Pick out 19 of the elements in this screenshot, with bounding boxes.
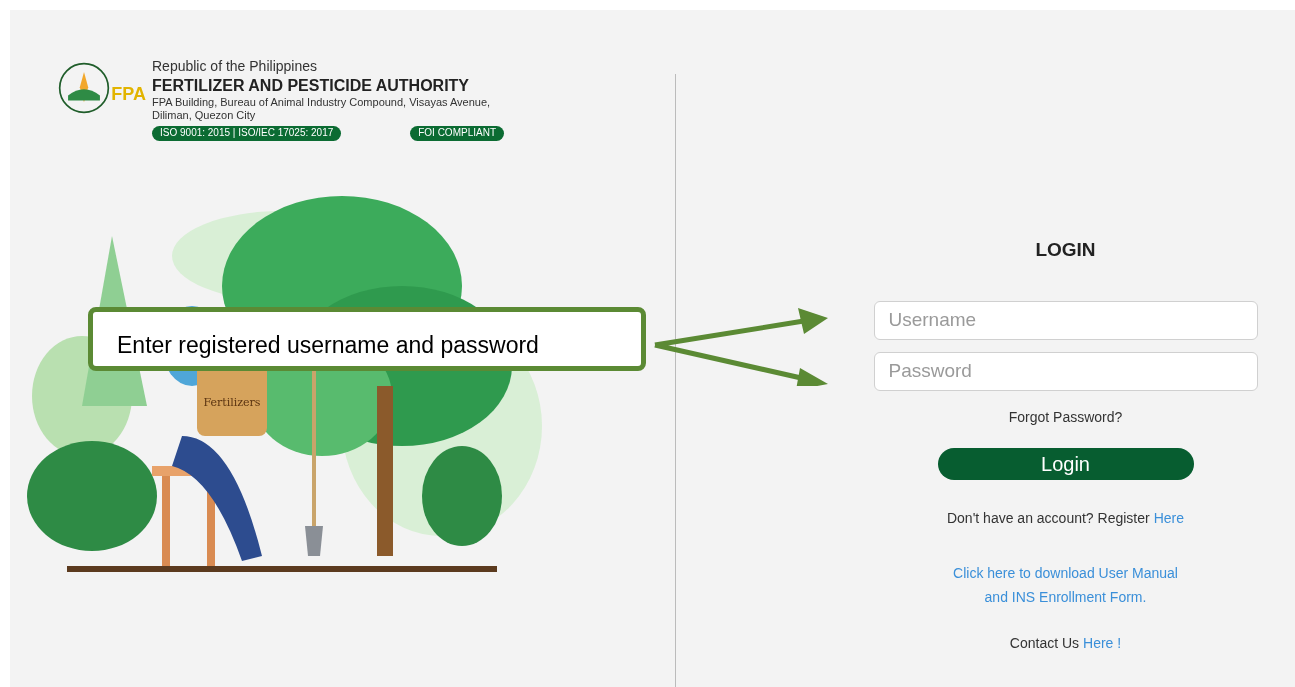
register-link[interactable]: Here [1153,507,1184,529]
login-button[interactable]: Login [937,447,1194,480]
contact-prompt: Contact Us [1009,633,1080,653]
wheat-seal-icon [58,62,110,114]
text-input-field[interactable]: Username [873,300,1258,340]
sack-label: Fertilizers [203,396,261,409]
login-heading: LOGIN [1035,238,1096,262]
agency-title: FERTILIZER AND PESTICIDE AUTHORITY [152,75,471,96]
register-prompt: Don't have an account? Register [946,508,1150,528]
forgot-password-link[interactable]: Forgot Password? [1008,406,1123,428]
download-manual-link[interactable]: Click here to download User Manual and INS Enrollment Form. [953,560,1178,609]
logo-text: FPA [111,83,146,106]
contact-link[interactable]: Here ! [1083,632,1122,654]
callout-box: Enter registered username and password [88,307,646,371]
certification-badge: ISO 9001: 2015 | ISO/IEC 17025: 2017 [152,126,342,141]
agency-address: FPA Building, Bureau of Animal Industry Compound, Visayas Avenue, Diliman, Quezon City [152,95,492,123]
text-input-field[interactable]: Password [873,351,1258,391]
certification-badge: FOI COMPLIANT [410,126,504,141]
header-subtitle: Republic of the Philippines [152,58,318,76]
